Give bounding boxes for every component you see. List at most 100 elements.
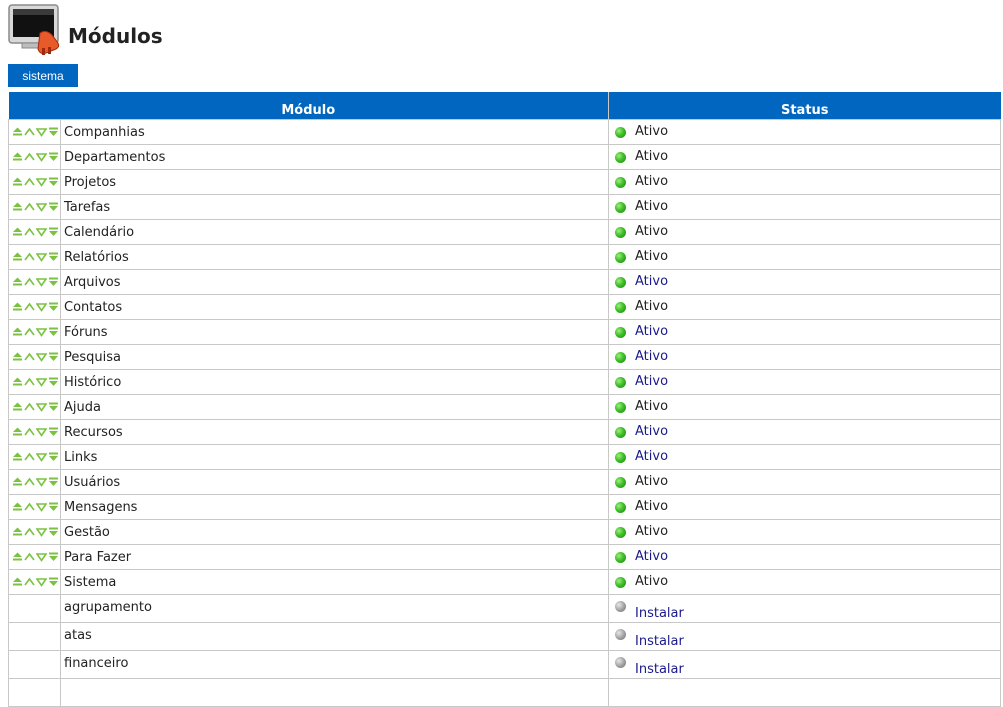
move-first-icon[interactable] xyxy=(12,377,23,387)
status-label[interactable]: Ativo xyxy=(635,324,668,339)
move-first-icon[interactable] xyxy=(12,202,23,212)
move-first-icon[interactable] xyxy=(12,577,23,587)
move-down-icon[interactable] xyxy=(36,252,47,262)
move-up-icon[interactable] xyxy=(24,477,35,487)
move-last-icon[interactable] xyxy=(48,227,59,237)
move-last-icon[interactable] xyxy=(48,152,59,162)
status-label[interactable]: Ativo xyxy=(635,349,668,364)
move-last-icon[interactable] xyxy=(48,252,59,262)
move-down-icon[interactable] xyxy=(36,577,47,587)
move-up-icon[interactable] xyxy=(24,227,35,237)
move-down-icon[interactable] xyxy=(36,377,47,387)
move-up-icon[interactable] xyxy=(24,377,35,387)
move-first-icon[interactable] xyxy=(12,477,23,487)
move-last-icon[interactable] xyxy=(48,302,59,312)
tab-sistema[interactable]: sistema xyxy=(8,64,78,87)
move-first-icon[interactable] xyxy=(12,452,23,462)
move-down-icon[interactable] xyxy=(36,302,47,312)
move-first-icon[interactable] xyxy=(12,302,23,312)
move-up-icon[interactable] xyxy=(24,552,35,562)
status: Ativo xyxy=(609,299,1000,314)
move-last-icon[interactable] xyxy=(48,202,59,212)
move-first-icon[interactable] xyxy=(12,177,23,187)
move-down-icon[interactable] xyxy=(36,527,47,537)
move-up-icon[interactable] xyxy=(24,127,35,137)
move-first-icon[interactable] xyxy=(12,327,23,337)
status: Ativo xyxy=(609,199,1000,214)
move-first-icon[interactable] xyxy=(12,502,23,512)
move-down-icon[interactable] xyxy=(36,277,47,287)
move-down-icon[interactable] xyxy=(36,202,47,212)
move-last-icon[interactable] xyxy=(48,427,59,437)
row-order-cell xyxy=(8,169,61,195)
move-down-icon[interactable] xyxy=(36,227,47,237)
module-name-cell: Recursos xyxy=(59,419,610,445)
move-up-icon[interactable] xyxy=(24,452,35,462)
move-first-icon[interactable] xyxy=(12,227,23,237)
move-down-icon[interactable] xyxy=(36,552,47,562)
move-last-icon[interactable] xyxy=(48,402,59,412)
status-label[interactable]: Ativo xyxy=(635,274,668,289)
install-link[interactable]: Instalar xyxy=(635,662,684,677)
status: Ativo xyxy=(609,149,1000,164)
status-label[interactable]: Ativo xyxy=(635,374,668,389)
move-last-icon[interactable] xyxy=(48,577,59,587)
move-last-icon[interactable] xyxy=(48,452,59,462)
move-down-icon[interactable] xyxy=(36,152,47,162)
move-last-icon[interactable] xyxy=(48,177,59,187)
move-first-icon[interactable] xyxy=(12,402,23,412)
move-up-icon[interactable] xyxy=(24,302,35,312)
move-last-icon[interactable] xyxy=(48,377,59,387)
move-first-icon[interactable] xyxy=(12,527,23,537)
move-up-icon[interactable] xyxy=(24,177,35,187)
module-name: Relatórios xyxy=(64,249,129,265)
move-down-icon[interactable] xyxy=(36,427,47,437)
status-label[interactable]: Ativo xyxy=(635,549,668,564)
move-down-icon[interactable] xyxy=(36,352,47,362)
move-first-icon[interactable] xyxy=(12,127,23,137)
move-down-icon[interactable] xyxy=(36,452,47,462)
move-up-icon[interactable] xyxy=(24,577,35,587)
move-down-icon[interactable] xyxy=(36,127,47,137)
move-up-icon[interactable] xyxy=(24,277,35,287)
move-last-icon[interactable] xyxy=(48,352,59,362)
status-label[interactable]: Ativo xyxy=(635,424,668,439)
move-down-icon[interactable] xyxy=(36,502,47,512)
status: Ativo xyxy=(609,324,1000,339)
move-last-icon[interactable] xyxy=(48,527,59,537)
module-name-cell: agrupamento xyxy=(59,594,610,623)
table-row: Sistema Ativo xyxy=(8,569,1001,595)
status-label[interactable]: Ativo xyxy=(635,449,668,464)
move-first-icon[interactable] xyxy=(12,277,23,287)
move-first-icon[interactable] xyxy=(12,427,23,437)
move-last-icon[interactable] xyxy=(48,552,59,562)
move-last-icon[interactable] xyxy=(48,477,59,487)
move-last-icon[interactable] xyxy=(48,277,59,287)
move-up-icon[interactable] xyxy=(24,327,35,337)
move-last-icon[interactable] xyxy=(48,502,59,512)
move-up-icon[interactable] xyxy=(24,502,35,512)
move-last-icon[interactable] xyxy=(48,127,59,137)
move-up-icon[interactable] xyxy=(24,202,35,212)
move-down-icon[interactable] xyxy=(36,327,47,337)
move-down-icon[interactable] xyxy=(36,477,47,487)
move-up-icon[interactable] xyxy=(24,527,35,537)
module-status-cell: Ativo xyxy=(608,544,1001,570)
module-name-cell: Companhias xyxy=(59,119,610,145)
move-up-icon[interactable] xyxy=(24,252,35,262)
reorder-controls xyxy=(9,527,60,537)
move-up-icon[interactable] xyxy=(24,427,35,437)
move-first-icon[interactable] xyxy=(12,352,23,362)
install-link[interactable]: Instalar xyxy=(635,634,684,649)
move-down-icon[interactable] xyxy=(36,177,47,187)
move-first-icon[interactable] xyxy=(12,252,23,262)
status-label: Ativo xyxy=(635,223,669,239)
move-up-icon[interactable] xyxy=(24,352,35,362)
move-up-icon[interactable] xyxy=(24,402,35,412)
move-down-icon[interactable] xyxy=(36,402,47,412)
move-up-icon[interactable] xyxy=(24,152,35,162)
install-link[interactable]: Instalar xyxy=(635,606,684,621)
move-first-icon[interactable] xyxy=(12,152,23,162)
move-first-icon[interactable] xyxy=(12,552,23,562)
move-last-icon[interactable] xyxy=(48,327,59,337)
